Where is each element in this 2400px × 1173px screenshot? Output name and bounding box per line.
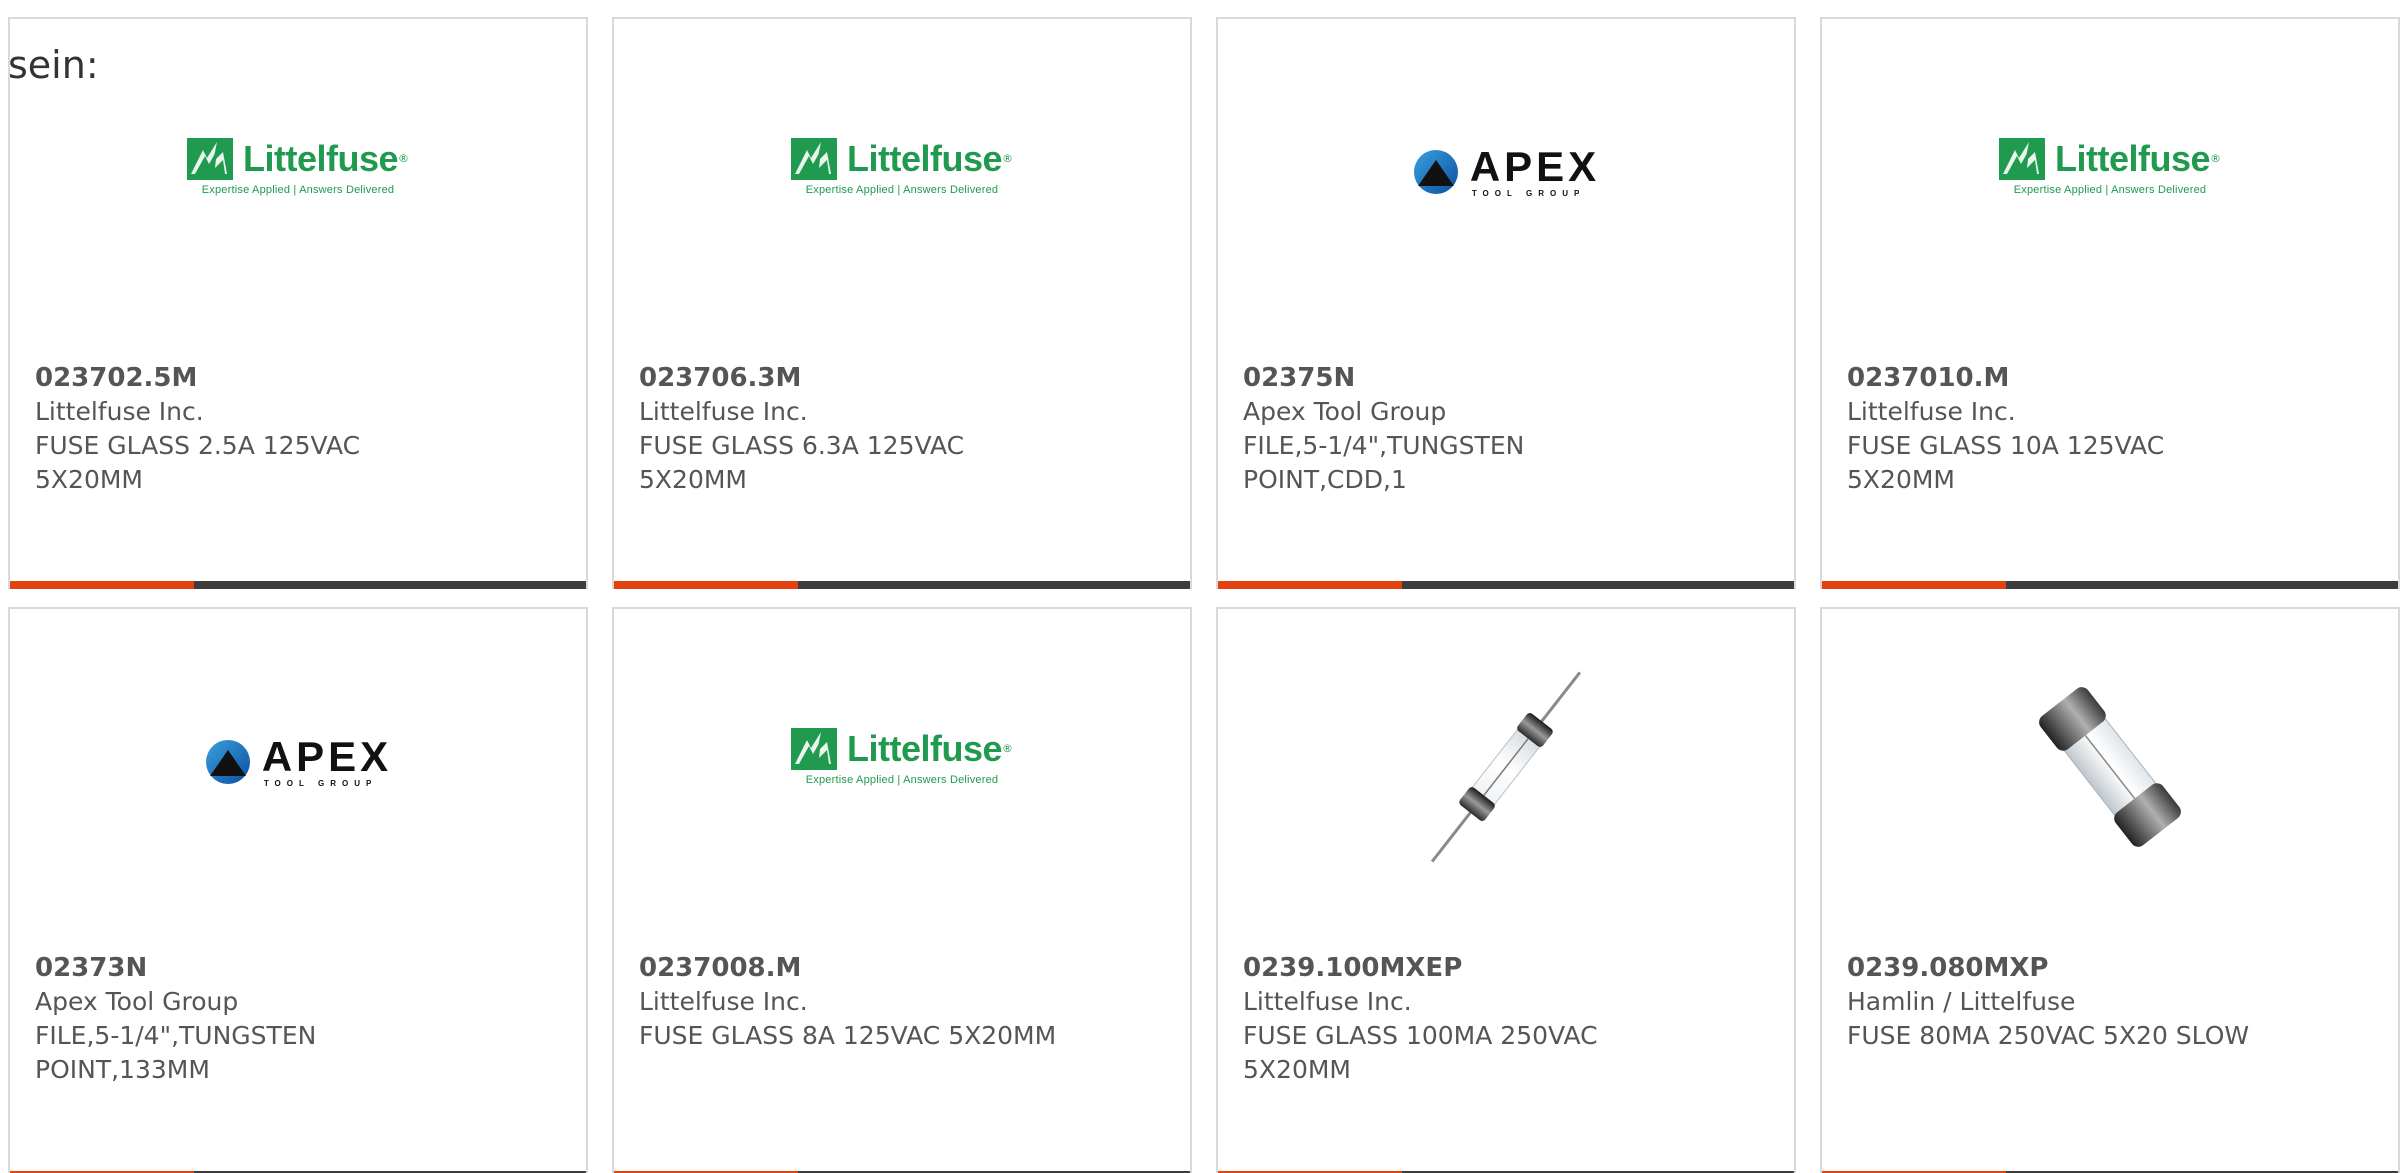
description-line-2: 5X20MM (35, 465, 143, 494)
littelfuse-reg: ® (2210, 152, 2221, 165)
apex-name: APEX (261, 732, 393, 780)
product-image[interactable] (1822, 609, 2398, 954)
description-line-1: FUSE 80MA 250VAC 5X20 SLOW (1847, 1021, 2250, 1050)
apex-mark-icon (1413, 149, 1458, 194)
product-image[interactable]: APEX TOOL GROUP (10, 609, 586, 954)
littelfuse-name: Littelfuse (846, 137, 1003, 179)
apex-subtitle: TOOL GROUP (263, 778, 378, 788)
product-info: 023702.5M Littelfuse Inc. FUSE GLASS 2.5… (35, 361, 455, 497)
product-image[interactable] (1218, 609, 1794, 954)
part-number[interactable]: 0237008.M (639, 951, 1059, 985)
product-info: 02373N Apex Tool Group FILE,5-1/4",TUNGS… (35, 951, 455, 1087)
description-line-2: 5X20MM (639, 465, 747, 494)
description-line-1: FUSE GLASS 8A 125VAC 5X20MM (639, 1021, 1057, 1050)
part-number[interactable]: 0239.100MXEP (1243, 951, 1663, 985)
littelfuse-logo: Littelfuse ® Expertise Applied | Answers … (1998, 137, 2221, 196)
apex-subtitle: TOOL GROUP (1471, 188, 1586, 198)
product-info: 0239.100MXEP Littelfuse Inc. FUSE GLASS … (1243, 951, 1663, 1087)
part-number[interactable]: 023702.5M (35, 361, 455, 395)
product-info: 0237010.M Littelfuse Inc. FUSE GLASS 10A… (1847, 361, 2267, 497)
littelfuse-logo: Littelfuse ® Expertise Applied | Answers … (186, 137, 409, 196)
card-accent-bar (10, 581, 194, 589)
littelfuse-mark-icon (186, 137, 233, 180)
littelfuse-logo: Littelfuse ® Expertise Applied | Answers … (790, 727, 1013, 786)
manufacturer: Littelfuse Inc. (1243, 987, 1412, 1016)
apex-name: APEX (1469, 142, 1601, 190)
description-line-1: FILE,5-1/4",TUNGSTEN (1243, 431, 1525, 460)
littelfuse-mark-icon (1998, 137, 2045, 180)
product-info: 02375N Apex Tool Group FILE,5-1/4",TUNGS… (1243, 361, 1663, 497)
part-number[interactable]: 02375N (1243, 361, 1663, 395)
description-line-1: FUSE GLASS 10A 125VAC (1847, 431, 2165, 460)
fuse-axial-photo (1430, 671, 1582, 862)
littelfuse-reg: ® (398, 152, 409, 165)
part-number[interactable]: 023706.3M (639, 361, 1059, 395)
product-image[interactable]: Littelfuse ® Expertise Applied | Answers … (614, 19, 1190, 364)
manufacturer: Apex Tool Group (35, 987, 239, 1016)
littelfuse-name: Littelfuse (242, 137, 399, 179)
description-line-1: FUSE GLASS 2.5A 125VAC (35, 431, 361, 460)
littelfuse-name: Littelfuse (2054, 137, 2211, 179)
intro-text: sein: (8, 43, 99, 87)
fuse-cartridge-photo (2039, 686, 2181, 847)
product-info: 0239.080MXP Hamlin / Littelfuse FUSE 80M… (1847, 951, 2267, 1053)
product-info: 023706.3M Littelfuse Inc. FUSE GLASS 6.3… (639, 361, 1059, 497)
littelfuse-reg: ® (1002, 742, 1013, 755)
littelfuse-tagline: Expertise Applied | Answers Delivered (805, 183, 999, 196)
littelfuse-name: Littelfuse (846, 727, 1003, 769)
littelfuse-tagline: Expertise Applied | Answers Delivered (805, 773, 999, 786)
littelfuse-mark-icon (790, 727, 837, 770)
product-card[interactable]: APEX TOOL GROUP 02373N Apex Tool Group F… (8, 607, 588, 1173)
manufacturer: Littelfuse Inc. (639, 397, 808, 426)
littelfuse-tagline: Expertise Applied | Answers Delivered (201, 183, 395, 196)
apex-mark-icon (205, 739, 250, 784)
product-image[interactable]: APEX TOOL GROUP (1218, 19, 1794, 364)
card-accent-bar (1822, 581, 2006, 589)
card-bottom-bar (1218, 581, 1794, 589)
description-line-2: 5X20MM (1243, 1055, 1351, 1084)
product-card[interactable]: 0239.080MXP Hamlin / Littelfuse FUSE 80M… (1820, 607, 2400, 1173)
manufacturer: Apex Tool Group (1243, 397, 1447, 426)
product-image[interactable]: Littelfuse ® Expertise Applied | Answers … (1822, 19, 2398, 364)
manufacturer: Littelfuse Inc. (35, 397, 204, 426)
part-number[interactable]: 0237010.M (1847, 361, 2267, 395)
description-line-2: 5X20MM (1847, 465, 1955, 494)
product-grid: Littelfuse ® Expertise Applied | Answers … (0, 0, 2400, 1173)
description-line-1: FUSE GLASS 100MA 250VAC (1243, 1021, 1598, 1050)
product-image[interactable]: Littelfuse ® Expertise Applied | Answers … (614, 609, 1190, 954)
part-number[interactable]: 02373N (35, 951, 455, 985)
product-card[interactable]: APEX TOOL GROUP 02375N Apex Tool Group F… (1216, 17, 1796, 589)
littelfuse-reg: ® (1002, 152, 1013, 165)
description-line-2: POINT,CDD,1 (1243, 465, 1407, 494)
description-line-1: FUSE GLASS 6.3A 125VAC (639, 431, 965, 460)
littelfuse-tagline: Expertise Applied | Answers Delivered (2013, 183, 2207, 196)
littelfuse-logo: Littelfuse ® Expertise Applied | Answers … (790, 137, 1013, 196)
part-number[interactable]: 0239.080MXP (1847, 951, 2267, 985)
product-card[interactable]: 0239.100MXEP Littelfuse Inc. FUSE GLASS … (1216, 607, 1796, 1173)
product-card[interactable]: Littelfuse ® Expertise Applied | Answers … (1820, 17, 2400, 589)
description-line-2: POINT,133MM (35, 1055, 210, 1084)
manufacturer: Littelfuse Inc. (639, 987, 808, 1016)
manufacturer: Littelfuse Inc. (1847, 397, 2016, 426)
product-card[interactable]: Littelfuse ® Expertise Applied | Answers … (612, 607, 1192, 1173)
product-grid-page: sein: Littelfuse ® Expertise Applied | An… (0, 0, 2400, 1173)
littelfuse-mark-icon (790, 137, 837, 180)
product-card[interactable]: Littelfuse ® Expertise Applied | Answers … (612, 17, 1192, 589)
card-accent-bar (614, 581, 798, 589)
apex-logo: APEX TOOL GROUP (204, 732, 393, 788)
product-card[interactable]: Littelfuse ® Expertise Applied | Answers … (8, 17, 588, 589)
apex-logo: APEX TOOL GROUP (1412, 142, 1601, 198)
manufacturer: Hamlin / Littelfuse (1847, 987, 2076, 1016)
product-info: 0237008.M Littelfuse Inc. FUSE GLASS 8A … (639, 951, 1059, 1053)
card-bottom-bar (1822, 581, 2398, 589)
card-bottom-bar (10, 581, 586, 589)
description-line-1: FILE,5-1/4",TUNGSTEN (35, 1021, 317, 1050)
card-bottom-bar (614, 581, 1190, 589)
card-accent-bar (1218, 581, 1402, 589)
